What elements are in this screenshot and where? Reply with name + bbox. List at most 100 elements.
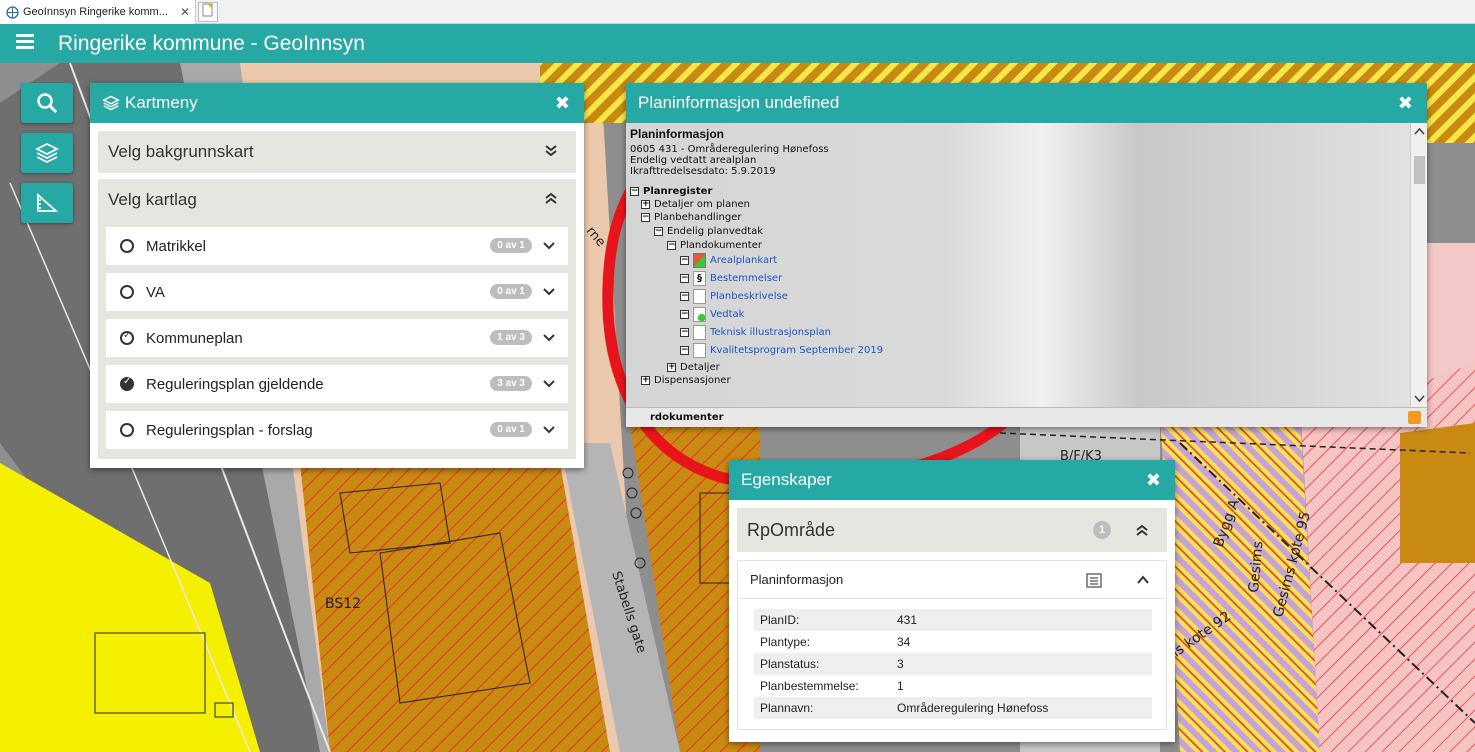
doc-arealplankart[interactable]: − Arealplankart	[680, 253, 777, 268]
doc-teknisk-illustrasjonsplan[interactable]: − Teknisk illustrasjonsplan	[680, 325, 831, 340]
properties-table: PlanID: 431 Plantype: 34 Planstatus: 3 Plan…	[754, 609, 1152, 719]
chevron-up-icon[interactable]	[1136, 573, 1150, 587]
layers-icon	[35, 142, 59, 164]
globe-icon	[6, 5, 19, 19]
chevron-down-icon[interactable]	[542, 331, 556, 345]
layer-item-va[interactable]: VA 0 av 1	[106, 273, 568, 311]
layer-label: Reguleringsplan gjeldende	[146, 375, 324, 393]
layer-item-reguleringsplan-gjeldende[interactable]: Reguleringsplan gjeldende 3 av 3	[106, 365, 568, 403]
planinfo-section-header[interactable]: Planinformasjon	[738, 561, 1166, 599]
kartmeny-header: Kartmeny ✖	[90, 83, 584, 123]
close-icon[interactable]: ✕	[180, 5, 190, 19]
layer-label: Kommuneplan	[146, 329, 243, 347]
collapse-icon[interactable]: −	[680, 310, 689, 319]
measure-button[interactable]	[21, 183, 73, 223]
map-label-bs12: BS12	[325, 596, 361, 612]
doc-planbeskrivelse[interactable]: − Planbeskrivelse	[680, 289, 788, 304]
layer-label: VA	[146, 283, 165, 301]
layer-item-kommuneplan[interactable]: Kommuneplan 1 av 3	[106, 319, 568, 357]
planinfo-heading: Planinformasjon	[630, 127, 725, 141]
planinfo-footer: rdokumenter	[626, 407, 1427, 427]
tree-dispensasjoner[interactable]: + Dispensasjoner	[641, 375, 731, 386]
tree-detaljer-om-planen[interactable]: + Detaljer om planen	[641, 199, 750, 210]
close-icon[interactable]: ✖	[1146, 470, 1161, 491]
layer-count-badge: 0 av 1	[490, 284, 532, 299]
rpomrade-label: RpOmråde	[747, 519, 836, 540]
vertical-scrollbar[interactable]	[1410, 123, 1427, 407]
kartlag-accordion[interactable]: Velg kartlag	[98, 179, 576, 221]
hamburger-icon[interactable]	[16, 34, 34, 50]
collapse-icon[interactable]: −	[667, 241, 676, 250]
planinfo-panel: Planinformasjon undefined ✖ Planinformas…	[626, 83, 1427, 427]
chevron-down-icon[interactable]	[542, 285, 556, 299]
layers-button[interactable]	[21, 133, 73, 173]
collapse-icon[interactable]: −	[641, 213, 650, 222]
plan-line-status: Endelig vedtatt arealplan	[630, 155, 757, 166]
expand-icon[interactable]: +	[641, 200, 650, 209]
collapse-icon[interactable]: −	[654, 227, 663, 236]
kartmeny-title: Kartmeny	[125, 93, 198, 112]
new-tab-icon	[202, 3, 213, 17]
chevron-down-icon[interactable]	[542, 239, 556, 253]
layer-item-matrikkel[interactable]: Matrikkel 0 av 1	[106, 227, 568, 265]
double-chevron-up-icon	[1136, 524, 1148, 536]
planinfo-content: Planinformasjon 0605 431 - Områdereguler…	[626, 123, 1427, 427]
double-chevron-up-icon	[545, 192, 557, 204]
layer-count-badge: 1 av 3	[490, 330, 532, 345]
feature-count-badge: 1	[1093, 521, 1111, 539]
browser-tabbar: GeoInnsyn Ringerike komm... ✕	[0, 0, 1475, 24]
doc-kvalitetsprogram[interactable]: − Kvalitetsprogram September 2019	[680, 343, 883, 358]
list-icon[interactable]	[1086, 573, 1102, 588]
expand-icon[interactable]: +	[667, 363, 676, 372]
collapse-icon[interactable]: −	[680, 274, 689, 283]
layer-label: Matrikkel	[146, 237, 207, 255]
radio-icon[interactable]	[120, 285, 134, 299]
radio-icon[interactable]	[120, 423, 134, 437]
tree-endelig-planvedtak[interactable]: − Endelig planvedtak	[654, 226, 763, 237]
table-row: Plannavn: Områderegulering Hønefoss	[754, 697, 1152, 719]
browser-tab[interactable]: GeoInnsyn Ringerike komm... ✕	[0, 0, 196, 24]
expand-icon[interactable]: +	[641, 376, 650, 385]
section-document-icon: §	[693, 271, 706, 286]
search-button[interactable]	[21, 83, 73, 123]
chevron-down-icon[interactable]	[542, 377, 556, 391]
rss-icon[interactable]	[1408, 411, 1421, 424]
scrollbar-thumb[interactable]	[1414, 156, 1425, 184]
bakgrunnskart-accordion[interactable]: Velg bakgrunnskart	[98, 131, 576, 173]
tree-planregister[interactable]: − Planregister	[630, 186, 712, 197]
planinfo-properties: Planinformasjon PlanID: 431 Plantype: 34 P…	[737, 560, 1167, 730]
layer-item-reguleringsplan-forslag[interactable]: Reguleringsplan - forslag 0 av 1	[106, 411, 568, 449]
document-icon	[693, 343, 706, 358]
browser-tab-title: GeoInnsyn Ringerike komm...	[23, 6, 168, 18]
collapse-icon[interactable]: −	[630, 187, 639, 196]
radio-icon[interactable]	[120, 239, 134, 253]
close-icon[interactable]: ✖	[1398, 93, 1413, 114]
double-chevron-down-icon	[545, 145, 557, 157]
collapse-icon[interactable]: −	[680, 292, 689, 301]
collapse-icon[interactable]: −	[680, 328, 689, 337]
close-icon[interactable]: ✖	[555, 93, 570, 114]
partial-check-icon[interactable]	[120, 330, 134, 345]
planinfo-header: Planinformasjon undefined ✖	[626, 83, 1427, 123]
layer-count-badge: 3 av 3	[490, 376, 532, 391]
collapse-icon[interactable]: −	[680, 346, 689, 355]
ruler-icon	[37, 192, 59, 212]
approved-document-icon	[693, 307, 706, 322]
doc-bestemmelser[interactable]: − § Bestemmelser	[680, 271, 782, 286]
layer-label: Reguleringsplan - forslag	[146, 421, 313, 439]
tree-detaljer[interactable]: + Detaljer	[667, 362, 720, 373]
table-row: Planbestemmelse: 1	[760, 679, 904, 693]
doc-vedtak[interactable]: − Vedtak	[680, 307, 744, 322]
collapse-icon[interactable]: −	[680, 256, 689, 265]
chevron-down-icon[interactable]	[542, 423, 556, 437]
egenskaper-header: Egenskaper ✖	[729, 460, 1175, 500]
search-icon	[37, 93, 58, 114]
scroll-up-icon[interactable]	[1411, 125, 1428, 139]
new-tab-button[interactable]	[198, 2, 218, 22]
kartlag-label: Velg kartlag	[108, 190, 197, 209]
tree-planbehandlinger[interactable]: − Planbehandlinger	[641, 212, 741, 223]
check-circle-icon[interactable]	[120, 376, 134, 391]
scroll-down-icon[interactable]	[1411, 391, 1428, 405]
tree-plandokumenter[interactable]: − Plandokumenter	[667, 240, 762, 251]
rpomrade-accordion[interactable]: RpOmråde 1	[737, 508, 1167, 552]
